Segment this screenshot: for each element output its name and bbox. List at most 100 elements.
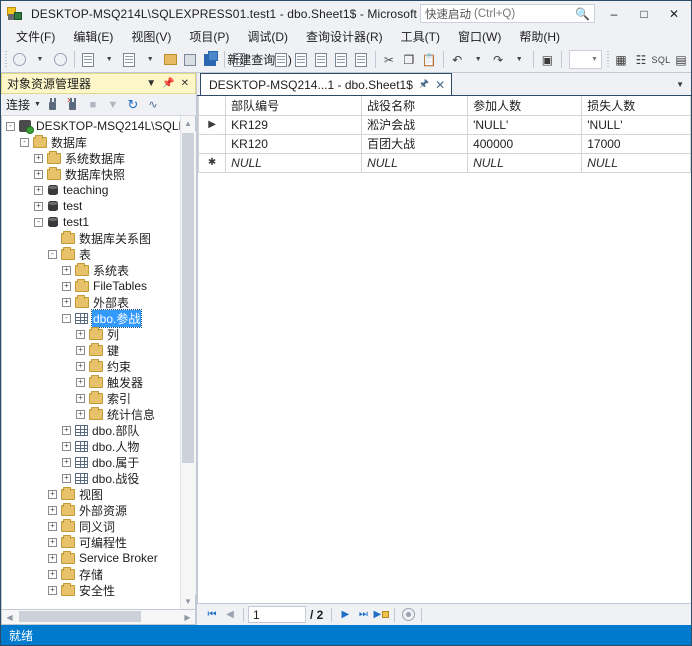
tree-node[interactable]: + Service Broker <box>2 550 180 566</box>
grid-column-header[interactable]: 战役名称 <box>361 96 469 116</box>
grid-cell[interactable]: NULL <box>467 152 583 173</box>
tree-node[interactable]: + 可编程性 <box>2 534 180 550</box>
tree-expander-icon[interactable]: + <box>62 425 71 435</box>
tree-expander-icon[interactable]: + <box>76 361 85 371</box>
grid-row-header[interactable] <box>198 133 227 154</box>
tree-node[interactable]: + dbo.战役 <box>2 470 180 486</box>
back-circle-icon[interactable] <box>9 49 29 71</box>
tree-expander-icon[interactable]: + <box>48 553 57 563</box>
chevron-down-icon[interactable]: ▼ <box>146 78 156 89</box>
open-folder-icon[interactable] <box>160 49 180 71</box>
toolbar-combo[interactable]: ▼ <box>568 50 602 69</box>
tree-node[interactable]: + test <box>2 198 180 214</box>
menu-window[interactable]: 窗口(W) <box>449 26 510 47</box>
toolbar-grip-2[interactable] <box>606 50 609 69</box>
tree-expander-icon[interactable]: + <box>76 393 85 403</box>
copy-icon[interactable]: ❐ <box>399 49 419 71</box>
current-row-arrow-icon[interactable]: ▶ <box>198 114 227 135</box>
tree-node[interactable]: + 系统表 <box>2 262 180 278</box>
paste-icon[interactable]: 📋 <box>419 49 439 71</box>
connect-button[interactable]: 连接 <box>6 96 30 113</box>
close-icon[interactable]: ✕ <box>435 78 445 92</box>
grid-row[interactable]: ▶ KR129 淞沪会战 'NULL' 'NULL' <box>198 114 691 135</box>
redo-icon[interactable]: ↷ <box>488 49 508 71</box>
refresh-icon[interactable]: ↻ <box>125 97 141 113</box>
scroll-left-icon[interactable]: ◀ <box>2 610 17 624</box>
cut-icon[interactable]: ✂ <box>379 49 399 71</box>
grid-cell[interactable]: 'NULL' <box>467 114 583 135</box>
mdx-query-icon[interactable] <box>291 49 311 71</box>
tree-expander-icon[interactable]: + <box>62 441 71 451</box>
tree-node[interactable]: + 统计信息 <box>2 406 180 422</box>
tree-node[interactable]: + teaching <box>2 182 180 198</box>
grid-row[interactable]: ✱ NULL NULL NULL NULL <box>198 152 691 173</box>
menu-project[interactable]: 项目(P) <box>180 26 238 47</box>
menu-edit[interactable]: 编辑(E) <box>64 26 122 47</box>
grid-column-header[interactable]: 部队编号 <box>225 96 363 116</box>
open-file-icon[interactable] <box>119 49 139 71</box>
maximize-button[interactable]: □ <box>629 1 659 26</box>
tab-dbo-sheet1[interactable]: DESKTOP-MSQ214...1 - dbo.Sheet1$ 🖈 ✕ <box>200 73 453 95</box>
grid-cell[interactable]: NULL <box>361 152 469 173</box>
last-page-icon[interactable]: ⏭ <box>354 606 372 624</box>
tree-node[interactable]: + dbo.部队 <box>2 422 180 438</box>
tree-expander-icon[interactable]: + <box>62 265 71 275</box>
close-button[interactable]: ✕ <box>659 1 689 26</box>
tree-node[interactable]: + 列 <box>2 326 180 342</box>
tree-node[interactable]: + FileTables <box>2 278 180 294</box>
activity-monitor-icon[interactable]: ∿ <box>145 97 161 113</box>
tree-node[interactable]: + 系统数据库 <box>2 150 180 166</box>
menu-view[interactable]: 视图(V) <box>122 26 180 47</box>
new-project-dropdown-icon[interactable]: ▼ <box>99 49 119 71</box>
filter-icon[interactable]: ▼ <box>105 97 121 113</box>
undo-dropdown-icon[interactable]: ▼ <box>468 49 488 71</box>
tree-node[interactable]: + 触发器 <box>2 374 180 390</box>
tree-node[interactable]: + 索引 <box>2 390 180 406</box>
tree-expander-icon[interactable]: + <box>34 169 43 179</box>
tree-node[interactable]: 数据库关系图 <box>2 230 180 246</box>
tree-expander-icon[interactable]: + <box>48 585 57 595</box>
hscroll-thumb[interactable] <box>19 611 141 622</box>
tree-expander-icon[interactable]: + <box>34 153 43 163</box>
pin-icon[interactable]: 📌 <box>162 78 174 89</box>
disconnect-icon[interactable]: ✕ <box>65 96 81 113</box>
grid-column-header[interactable]: 参加人数 <box>467 96 583 116</box>
object-explorer-hscrollbar[interactable]: ◀ ▶ <box>1 610 196 625</box>
redo-dropdown-icon[interactable]: ▼ <box>509 49 529 71</box>
tree-node[interactable]: - test1 <box>2 214 180 230</box>
toolbar-grip[interactable] <box>5 50 7 69</box>
dax-query-icon[interactable] <box>351 49 371 71</box>
grid-cell[interactable]: NULL <box>581 152 691 173</box>
show-results-pane-icon[interactable]: ▤ <box>671 49 691 71</box>
tree-node[interactable]: + 同义词 <box>2 518 180 534</box>
vscroll-thumb[interactable] <box>181 133 194 463</box>
tree-node[interactable]: - DESKTOP-MSQ214L\SQLEXPRES <box>2 118 180 134</box>
minimize-button[interactable]: – <box>599 1 629 26</box>
tree-expander-icon[interactable]: - <box>6 121 15 131</box>
tree-expander-icon[interactable]: + <box>62 297 71 307</box>
db-engine-query-icon[interactable] <box>271 49 291 71</box>
tree-expander-icon[interactable]: + <box>48 489 57 499</box>
tree-node[interactable]: + dbo.属于 <box>2 454 180 470</box>
tree-node[interactable]: + 数据库快照 <box>2 166 180 182</box>
tree-expander-icon[interactable]: + <box>48 537 57 547</box>
previous-page-icon[interactable]: ◀ <box>221 606 239 624</box>
chevron-down-icon[interactable]: ▼ <box>34 101 41 108</box>
tree-node[interactable]: + 键 <box>2 342 180 358</box>
xmla-query-icon[interactable] <box>331 49 351 71</box>
pin-icon[interactable]: 🖈 <box>419 75 429 94</box>
save-all-icon[interactable] <box>200 49 220 71</box>
search-icon[interactable]: 🔍 <box>575 7 590 21</box>
chevron-down-icon[interactable]: ▼ <box>676 80 691 95</box>
tree-node[interactable]: + 安全性 <box>2 582 180 598</box>
tree-node[interactable]: + 视图 <box>2 486 180 502</box>
quick-launch-box[interactable]: 快速启动 (Ctrl+Q) 🔍 <box>420 4 595 23</box>
tree-expander-icon[interactable]: - <box>20 137 29 147</box>
tree-expander-icon[interactable]: - <box>34 217 43 227</box>
execute-icon[interactable]: ▣ <box>537 49 557 71</box>
new-query-button[interactable]: 新建查询(N) <box>227 49 292 71</box>
open-file-dropdown-icon[interactable]: ▼ <box>140 49 160 71</box>
undo-icon[interactable]: ↶ <box>447 49 467 71</box>
scroll-right-icon[interactable]: ▶ <box>180 610 195 624</box>
tree-expander-icon[interactable]: - <box>62 313 71 323</box>
